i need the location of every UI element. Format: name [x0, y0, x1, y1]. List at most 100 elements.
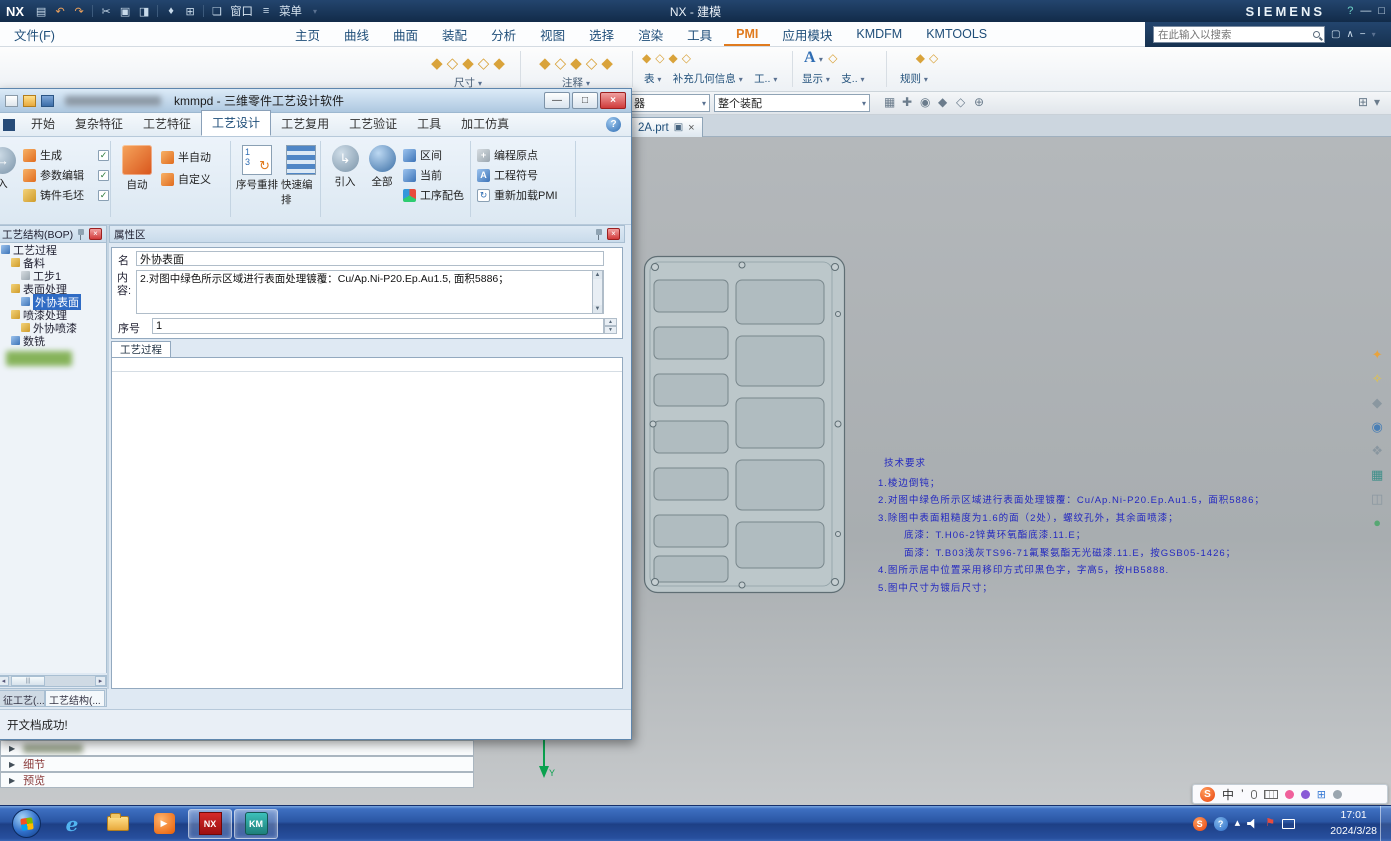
- cut-icon[interactable]: ✂: [98, 5, 114, 18]
- tab-render[interactable]: 渲染: [626, 22, 675, 46]
- minimize-ribbon-icon[interactable]: −: [1360, 29, 1366, 40]
- search-input[interactable]: [1158, 29, 1309, 41]
- eye-icon[interactable]: ◉: [1371, 420, 1382, 433]
- pin-icon[interactable]: [595, 229, 603, 240]
- scroll-left-icon[interactable]: ◂: [0, 676, 9, 686]
- layers-icon[interactable]: ▦: [1371, 468, 1383, 481]
- renumber-button[interactable]: 13↻ 序号重排: [235, 145, 279, 192]
- taskbar-km[interactable]: KM: [234, 809, 278, 839]
- more-tools-icon[interactable]: ⊞: [1358, 95, 1368, 109]
- expand-arrow-icon[interactable]: ▶: [9, 744, 15, 753]
- rule-icon[interactable]: ◇: [929, 51, 938, 65]
- chevron-down-icon[interactable]: ▾: [1374, 95, 1380, 109]
- dimension-icon[interactable]: ◇: [447, 55, 459, 72]
- minimize-button[interactable]: —: [544, 92, 570, 109]
- tree-item[interactable]: 数铣: [0, 334, 106, 347]
- table-icon[interactable]: ◆: [642, 51, 651, 65]
- new-document-icon[interactable]: [5, 95, 18, 107]
- tab-process-features[interactable]: 工艺特征: [133, 112, 201, 136]
- edit-params-checkbox[interactable]: ✓: [98, 170, 109, 181]
- toolbox-icon[interactable]: [1333, 790, 1342, 799]
- preview-panel-row[interactable]: ▶ 预览: [0, 772, 474, 788]
- process-tab[interactable]: 工艺过程: [111, 341, 171, 357]
- taskbar-media-player[interactable]: ▶: [142, 809, 186, 839]
- taskbar-explorer[interactable]: [96, 809, 140, 839]
- chevron-down-icon[interactable]: ▾: [1372, 30, 1376, 39]
- scroll-down-icon[interactable]: ▼: [593, 305, 602, 313]
- help-icon[interactable]: ?: [606, 117, 621, 132]
- show-desktop-button[interactable]: [1380, 806, 1391, 841]
- tab-surface[interactable]: 曲面: [381, 22, 430, 46]
- tab-complex-features[interactable]: 复杂特征: [65, 112, 133, 136]
- tab-machining-sim[interactable]: 加工仿真: [451, 112, 519, 136]
- copy-icon[interactable]: ▣: [117, 5, 133, 18]
- casting-blank-button[interactable]: 铸件毛坯 ✓: [23, 187, 109, 203]
- keyboard-icon[interactable]: [1264, 790, 1278, 799]
- paste-icon[interactable]: ◨: [136, 5, 152, 18]
- tab-pmi[interactable]: PMI: [724, 22, 770, 46]
- text-style-icon[interactable]: A: [804, 49, 816, 66]
- dimension-icon[interactable]: ◆: [431, 55, 443, 72]
- sogou-tray-icon[interactable]: S: [1193, 817, 1207, 831]
- auto-infer-button[interactable]: 自动: [117, 145, 157, 192]
- panel-splitter[interactable]: [107, 225, 109, 689]
- mic-icon[interactable]: [1251, 790, 1257, 799]
- interval-button[interactable]: 区间: [403, 147, 442, 163]
- emoji-icon[interactable]: [1285, 790, 1294, 799]
- program-origin-button[interactable]: + 编程原点: [477, 147, 538, 163]
- scroll-thumb[interactable]: |||: [11, 676, 45, 686]
- center-icon[interactable]: ⊕: [974, 95, 984, 109]
- table-icon[interactable]: ◇: [682, 51, 691, 65]
- note-icon[interactable]: ◇: [555, 55, 567, 72]
- help-icon[interactable]: ?: [1347, 5, 1353, 17]
- volume-icon[interactable]: [1247, 819, 1258, 829]
- custom-infer-button[interactable]: 自定义: [161, 171, 211, 187]
- network-icon[interactable]: [1282, 819, 1295, 829]
- tab-assembly[interactable]: 装配: [430, 22, 479, 46]
- flag-icon[interactable]: ⚑: [1265, 818, 1275, 829]
- minimize-icon[interactable]: —: [1360, 5, 1371, 17]
- tab-process-reuse[interactable]: 工艺复用: [271, 112, 339, 136]
- table-icon[interactable]: ◆: [668, 51, 677, 65]
- search-box[interactable]: [1153, 26, 1325, 43]
- bop-tree[interactable]: 工艺过程 备料 工步1 表面处理 外协表面 喷漆处理 外协喷漆 数铣: [0, 243, 107, 673]
- filter-combo[interactable]: 器▾: [630, 94, 710, 112]
- close-panel-icon[interactable]: ×: [89, 228, 102, 240]
- feature-process-tab[interactable]: 征工艺(...: [0, 690, 45, 706]
- semi-auto-button[interactable]: 半自动: [161, 149, 211, 165]
- close-panel-icon[interactable]: ×: [607, 228, 620, 240]
- import-blank-button[interactable]: → 入: [0, 147, 16, 191]
- spin-up-icon[interactable]: ▲: [604, 318, 617, 326]
- expand-icon[interactable]: ▢: [1331, 29, 1340, 40]
- chevron-down-icon[interactable]: ▾: [307, 7, 323, 16]
- all-button[interactable]: 全部: [365, 145, 399, 189]
- tab-kmdfm[interactable]: KMDFM: [844, 22, 914, 46]
- intersection-icon[interactable]: ◇: [956, 95, 965, 109]
- bop-panel-header[interactable]: 工艺结构(BOP) ×: [0, 225, 107, 243]
- file-menu[interactable]: 文件(F): [14, 22, 55, 46]
- details-panel-row[interactable]: ▶ 细节: [0, 756, 474, 772]
- kmmpd-titlebar[interactable]: kmmpd - 三维零件工艺设计软件 — □ ×: [0, 89, 631, 113]
- save-document-icon[interactable]: [41, 95, 54, 107]
- scroll-up-icon[interactable]: ▲: [593, 271, 602, 279]
- clock[interactable]: 17:01 2024/3/28: [1330, 808, 1377, 840]
- cad-model[interactable]: [642, 254, 848, 597]
- kmmpd-window[interactable]: kmmpd - 三维零件工艺设计软件 — □ × 开始 复杂特征 工艺特征 工艺…: [0, 88, 632, 740]
- note-icon[interactable]: ◆: [570, 55, 582, 72]
- note-icon[interactable]: ◇: [586, 55, 598, 72]
- punctuation-icon[interactable]: ’: [1241, 787, 1244, 801]
- dimension-icon[interactable]: ◇: [478, 55, 490, 72]
- hidden-icons-caret[interactable]: ▴: [1235, 818, 1241, 829]
- close-tab-icon[interactable]: ×: [688, 122, 694, 134]
- bop-hscrollbar[interactable]: ◂ ||| ▸: [0, 675, 107, 687]
- save-icon[interactable]: ▤: [33, 5, 49, 18]
- engineering-symbol-button[interactable]: A 工程符号: [477, 167, 538, 183]
- star-icon[interactable]: ✦: [1372, 348, 1383, 361]
- generate-blank-button[interactable]: 生成 ✓: [23, 147, 109, 163]
- note-icon[interactable]: ◆: [601, 55, 613, 72]
- note-icon[interactable]: ◆: [539, 55, 551, 72]
- edit-params-button[interactable]: 参数编辑 ✓: [23, 167, 109, 183]
- process-structure-tab[interactable]: 工艺结构(...: [45, 690, 105, 706]
- process-content-area[interactable]: [111, 357, 623, 689]
- mic-icon[interactable]: ♦: [163, 5, 179, 17]
